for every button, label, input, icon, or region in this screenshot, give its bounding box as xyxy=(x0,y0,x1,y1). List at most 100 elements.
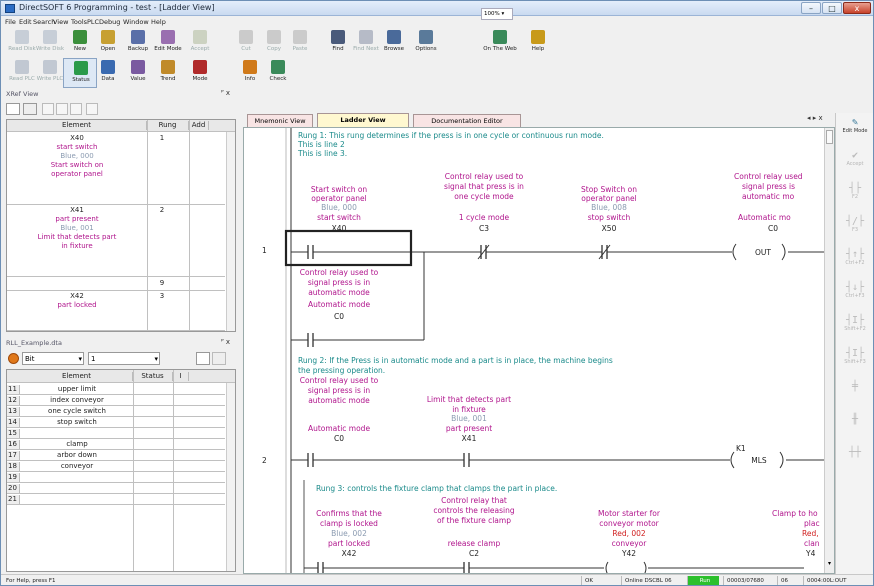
ladder-scrollbar[interactable]: ▾ xyxy=(824,128,834,573)
c2-desc2: of the fixture clamp xyxy=(437,516,511,525)
tab-documentation-editor[interactable]: Documentation Editor xyxy=(413,114,521,127)
menu-edit[interactable]: Edit xyxy=(19,18,32,26)
xref-row[interactable]: X41 part present Blue, 001 Limit that detec… xyxy=(7,205,225,277)
write-disk-button[interactable]: Write Disk xyxy=(33,28,67,58)
data-button[interactable]: Data xyxy=(91,58,125,88)
palette-button[interactable]: ┤├ F2 xyxy=(836,179,873,213)
rll-row[interactable]: 11 upper limit xyxy=(7,384,225,395)
rll-row[interactable]: 17 arbor down xyxy=(7,450,225,461)
type-select[interactable]: Bit ▾ xyxy=(22,352,84,365)
maximize-button[interactable]: □ xyxy=(822,2,842,14)
xref-row[interactable]: X42 part locked 3 xyxy=(7,291,225,331)
scroll-thumb[interactable] xyxy=(826,130,833,144)
write-plc-button[interactable]: Write PLC xyxy=(33,58,67,88)
address-select[interactable]: 1 ▾ xyxy=(88,352,160,365)
xref-element-line: start switch xyxy=(56,143,98,151)
palette-button[interactable]: ┼┼ xyxy=(836,443,873,477)
menu-debug[interactable]: Debug xyxy=(99,18,120,26)
rll-row[interactable]: 21 xyxy=(7,494,225,505)
backup-button[interactable]: Backup xyxy=(121,28,155,58)
rll-col-header[interactable]: Element xyxy=(21,372,133,381)
nav-next-icon[interactable] xyxy=(70,103,82,115)
menu-file[interactable]: File xyxy=(5,18,16,26)
branch-c0-desc2: signal press is in xyxy=(307,278,371,287)
palette-button[interactable]: ┤/├ F3 xyxy=(836,212,873,246)
rll-row[interactable]: 19 xyxy=(7,472,225,483)
accept-button[interactable]: Accept xyxy=(183,28,217,58)
help-button[interactable]: Help xyxy=(521,28,555,58)
tab-mnemonic-view[interactable]: Mnemonic View xyxy=(247,114,313,127)
palette-button[interactable]: ┤I├ Shift+F3 xyxy=(836,344,873,378)
mode-button[interactable]: Mode xyxy=(183,58,217,88)
rll-col-header[interactable]: I xyxy=(173,372,189,381)
refresh-icon[interactable] xyxy=(86,103,98,115)
menu-help[interactable]: Help xyxy=(151,18,166,26)
palette-button[interactable]: ✎ Edit Mode xyxy=(836,113,873,147)
value-button[interactable]: Value xyxy=(121,58,155,88)
zoom-select[interactable]: 100% ▾ xyxy=(481,8,513,20)
menu-bar: File Edit Search View Tools PLC Debug Window Hel… xyxy=(1,16,873,28)
record-icon[interactable] xyxy=(8,353,19,364)
palette-button[interactable]: ╪ xyxy=(836,377,873,411)
x41-wire: Blue, 001 xyxy=(451,414,487,423)
palette-button[interactable]: ✔ Accept xyxy=(836,146,873,180)
blank-icon[interactable] xyxy=(212,352,226,365)
nav-first-icon[interactable] xyxy=(42,103,54,115)
nav-prev-icon[interactable] xyxy=(56,103,68,115)
palette-button[interactable]: ╫ xyxy=(836,410,873,444)
xref-scrollbar[interactable] xyxy=(226,132,235,331)
palette-icon: ┤↓├ xyxy=(845,282,865,293)
page-icon[interactable] xyxy=(196,352,210,365)
rll-scrollbar[interactable] xyxy=(226,383,235,571)
xref-row[interactable]: 9 xyxy=(7,277,225,291)
menu-search[interactable]: Search xyxy=(33,18,55,26)
rll-row[interactable]: 16 clamp xyxy=(7,439,225,450)
xref-row[interactable]: X40 start switch Blue, 000 Start switch on o… xyxy=(7,133,225,205)
c0-nickname: Automatic mo xyxy=(738,213,791,222)
tab-ladder-view[interactable]: Ladder View xyxy=(317,113,409,127)
menu-window[interactable]: Window xyxy=(123,18,149,26)
xref-close-button[interactable]: ᴾ x xyxy=(221,89,230,97)
filter-icon[interactable] xyxy=(23,103,37,115)
tab-nav-controls[interactable]: ◂ ▸ x xyxy=(807,114,823,122)
palette-button[interactable]: ┤↓├ Ctrl+F3 xyxy=(836,278,873,312)
col-divider xyxy=(147,120,148,331)
palette-button[interactable]: ┤↑├ Ctrl+F2 xyxy=(836,245,873,279)
menu-view[interactable]: View xyxy=(53,18,68,26)
window-title: DirectSOFT 6 Programming - test - [Ladde… xyxy=(19,3,215,12)
minimize-button[interactable]: – xyxy=(801,2,821,14)
col-divider xyxy=(189,120,190,331)
rll-row[interactable]: 20 xyxy=(7,483,225,494)
xref-col-header[interactable]: Element xyxy=(7,121,147,130)
trend-button[interactable]: Trend xyxy=(151,58,185,88)
grid-view-icon[interactable] xyxy=(6,103,20,115)
rll-row[interactable]: 12 index conveyor xyxy=(7,395,225,406)
paste-button[interactable]: Paste xyxy=(283,28,317,58)
open-button[interactable]: Open xyxy=(91,28,125,58)
y42-wire: Red, 002 xyxy=(612,529,646,538)
rung3-comment: Rung 3: controls the fixture clamp that … xyxy=(316,484,558,493)
on-the-web-button[interactable]: On The Web xyxy=(483,28,517,58)
ladder-view[interactable]: ▾ Rung 1: This rung determines if the pr… xyxy=(243,127,835,574)
rll-element: one cycle switch xyxy=(48,407,106,415)
xref-col-header[interactable]: Rung xyxy=(147,121,189,130)
palette-icon: ╫ xyxy=(851,414,859,425)
menu-tools[interactable]: Tools xyxy=(71,18,87,26)
menu-plc[interactable]: PLC xyxy=(87,18,99,26)
xref-col-header[interactable]: Add xyxy=(189,121,209,130)
rll-row[interactable]: 14 stop switch xyxy=(7,417,225,428)
edit-mode-button[interactable]: Edit Mode xyxy=(151,28,185,58)
scroll-down-icon[interactable]: ▾ xyxy=(826,559,833,569)
rll-col-header[interactable]: Status xyxy=(133,372,173,381)
palette-button[interactable]: ┤I├ Shift+F2 xyxy=(836,311,873,345)
options-button[interactable]: Options xyxy=(409,28,443,58)
close-button[interactable]: x xyxy=(843,2,871,14)
x40-address: X40 xyxy=(331,224,347,233)
browse-button[interactable]: Browse xyxy=(377,28,411,58)
rll-row[interactable]: 15 xyxy=(7,428,225,439)
backup-icon xyxy=(131,30,145,44)
rll-row[interactable]: 18 conveyor xyxy=(7,461,225,472)
rll-close-button[interactable]: ᴾ x xyxy=(221,338,230,346)
rll-row[interactable]: 13 one cycle switch xyxy=(7,406,225,417)
check-button[interactable]: Check xyxy=(261,58,295,88)
